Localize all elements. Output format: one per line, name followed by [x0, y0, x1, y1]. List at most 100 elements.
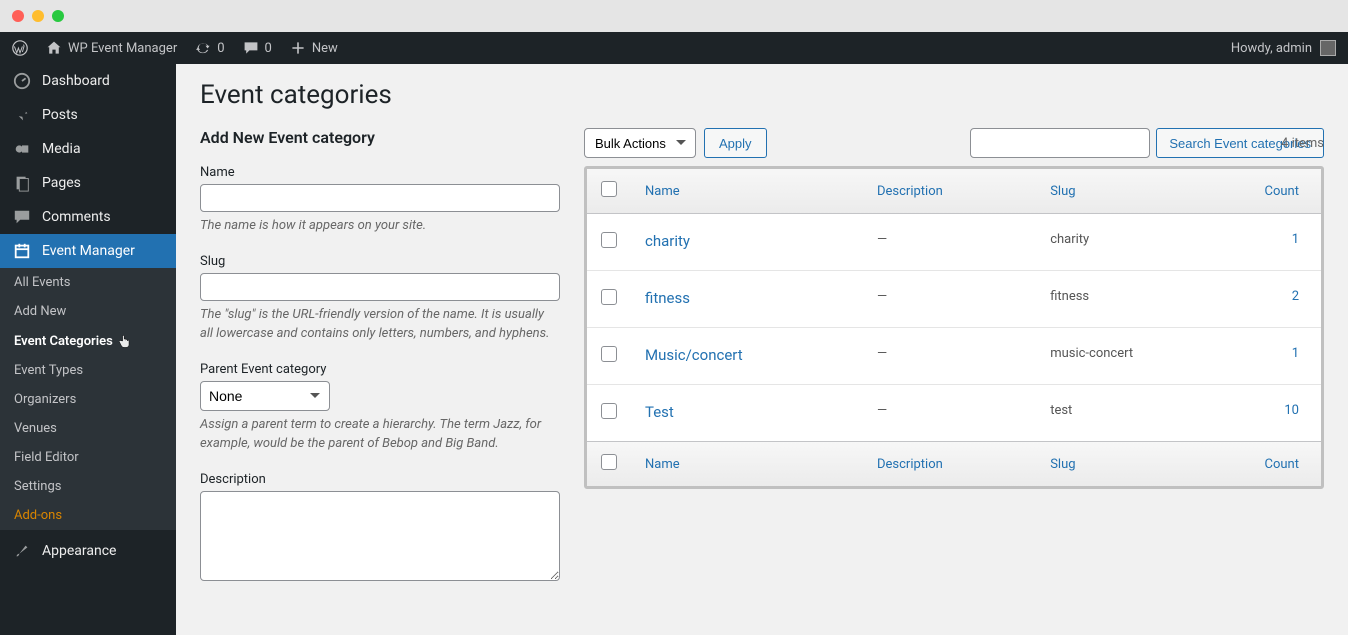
sidebar-item-dashboard[interactable]: Dashboard: [0, 64, 176, 98]
sub-item-addons[interactable]: Add-ons: [0, 501, 176, 530]
table-row: charity—charity1: [587, 214, 1321, 271]
row-name-link[interactable]: Music/concert: [645, 346, 743, 364]
site-name-link[interactable]: WP Event Manager: [46, 40, 177, 56]
row-checkbox[interactable]: [601, 346, 617, 362]
row-count-link[interactable]: 1: [1292, 346, 1299, 361]
col-name[interactable]: Name: [631, 169, 863, 214]
sidebar-item-media[interactable]: Media: [0, 132, 176, 166]
apply-button[interactable]: Apply: [704, 128, 767, 158]
row-count-link[interactable]: 2: [1292, 289, 1299, 304]
pages-icon: [12, 174, 32, 192]
row-description: —: [863, 328, 1036, 385]
col-description[interactable]: Description: [863, 442, 1036, 487]
table-row: Test—test10: [587, 385, 1321, 442]
pin-icon: [12, 106, 32, 124]
comment-icon: [12, 208, 32, 226]
refresh-icon: [195, 40, 211, 56]
row-checkbox[interactable]: [601, 289, 617, 305]
window-titlebar: [0, 0, 1348, 32]
parent-label: Parent Event category: [200, 362, 560, 377]
comment-icon: [243, 40, 259, 56]
updates-link[interactable]: 0: [195, 40, 224, 56]
table-row: fitness—fitness2: [587, 271, 1321, 328]
minimize-window-button[interactable]: [32, 10, 44, 22]
greeting[interactable]: Howdy, admin: [1231, 41, 1312, 56]
comments-link[interactable]: 0: [243, 40, 272, 56]
slug-label: Slug: [200, 254, 560, 269]
main-content: Event categories Search Event categories…: [176, 64, 1348, 635]
admin-bar: WP Event Manager 0 0 New Howdy, admin: [0, 32, 1348, 64]
slug-help: The "slug" is the URL-friendly version o…: [200, 305, 560, 344]
row-count-link[interactable]: 1: [1292, 232, 1299, 247]
sub-item-event-categories[interactable]: Event Categories: [0, 326, 176, 356]
sub-item-add-new[interactable]: Add New: [0, 297, 176, 326]
sub-item-settings[interactable]: Settings: [0, 472, 176, 501]
sidebar-item-label: Event Manager: [42, 243, 135, 259]
calendar-icon: [12, 242, 32, 260]
name-input[interactable]: [200, 184, 560, 212]
col-count[interactable]: Count: [1241, 169, 1321, 214]
parent-select[interactable]: None: [200, 381, 330, 411]
bulk-actions-select[interactable]: Bulk Actions: [584, 128, 696, 158]
sidebar-item-label: Pages: [42, 175, 81, 191]
slug-input[interactable]: [200, 273, 560, 301]
col-slug[interactable]: Slug: [1036, 442, 1241, 487]
sidebar-submenu: All Events Add New Event Categories Even…: [0, 268, 176, 530]
new-content-link[interactable]: New: [290, 40, 338, 56]
updates-count: 0: [217, 41, 224, 56]
admin-sidebar: Dashboard Posts Media Pages Comments Eve…: [0, 64, 176, 635]
sidebar-item-appearance[interactable]: Appearance: [0, 534, 176, 568]
col-slug[interactable]: Slug: [1036, 169, 1241, 214]
row-slug: fitness: [1036, 271, 1241, 328]
row-name-link[interactable]: Test: [645, 403, 674, 421]
home-icon: [46, 40, 62, 56]
new-label: New: [312, 41, 338, 56]
wp-logo-menu[interactable]: [12, 40, 28, 56]
add-category-form: Add New Event category Name The name is …: [200, 128, 560, 603]
select-all-checkbox-top[interactable]: [601, 181, 617, 197]
sidebar-item-label: Posts: [42, 107, 78, 123]
comments-count: 0: [265, 41, 272, 56]
brush-icon: [12, 542, 32, 560]
site-title: WP Event Manager: [68, 41, 177, 56]
close-window-button[interactable]: [12, 10, 24, 22]
sidebar-item-comments[interactable]: Comments: [0, 200, 176, 234]
avatar[interactable]: [1320, 40, 1336, 56]
row-name-link[interactable]: fitness: [645, 289, 690, 307]
name-help: The name is how it appears on your site.: [200, 216, 560, 236]
col-count[interactable]: Count: [1241, 442, 1321, 487]
sub-item-organizers[interactable]: Organizers: [0, 385, 176, 414]
row-description: —: [863, 271, 1036, 328]
dashboard-icon: [12, 72, 32, 90]
row-name-link[interactable]: charity: [645, 232, 690, 250]
media-icon: [12, 140, 32, 158]
sub-item-venues[interactable]: Venues: [0, 414, 176, 443]
name-label: Name: [200, 165, 560, 180]
row-description: —: [863, 214, 1036, 271]
sub-item-field-editor[interactable]: Field Editor: [0, 443, 176, 472]
description-textarea[interactable]: [200, 491, 560, 581]
page-title: Event categories: [200, 80, 1324, 110]
sidebar-item-label: Dashboard: [42, 73, 110, 89]
col-description[interactable]: Description: [863, 169, 1036, 214]
sidebar-item-label: Comments: [42, 209, 111, 225]
description-label: Description: [200, 472, 560, 487]
maximize-window-button[interactable]: [52, 10, 64, 22]
cursor-hand-icon: [117, 333, 133, 349]
row-slug: test: [1036, 385, 1241, 442]
row-checkbox[interactable]: [601, 403, 617, 419]
sub-item-event-types[interactable]: Event Types: [0, 356, 176, 385]
row-count-link[interactable]: 10: [1284, 403, 1299, 418]
sidebar-item-event-manager[interactable]: Event Manager: [0, 234, 176, 268]
plus-icon: [290, 40, 306, 56]
select-all-checkbox-bottom[interactable]: [601, 454, 617, 470]
sub-item-all-events[interactable]: All Events: [0, 268, 176, 297]
items-count: 4 items: [1281, 136, 1324, 151]
sidebar-item-label: Appearance: [42, 543, 116, 559]
sidebar-item-posts[interactable]: Posts: [0, 98, 176, 132]
sidebar-item-pages[interactable]: Pages: [0, 166, 176, 200]
row-checkbox[interactable]: [601, 232, 617, 248]
parent-help: Assign a parent term to create a hierarc…: [200, 415, 560, 454]
categories-table: Name Description Slug Count charity—char…: [587, 169, 1321, 486]
col-name[interactable]: Name: [631, 442, 863, 487]
